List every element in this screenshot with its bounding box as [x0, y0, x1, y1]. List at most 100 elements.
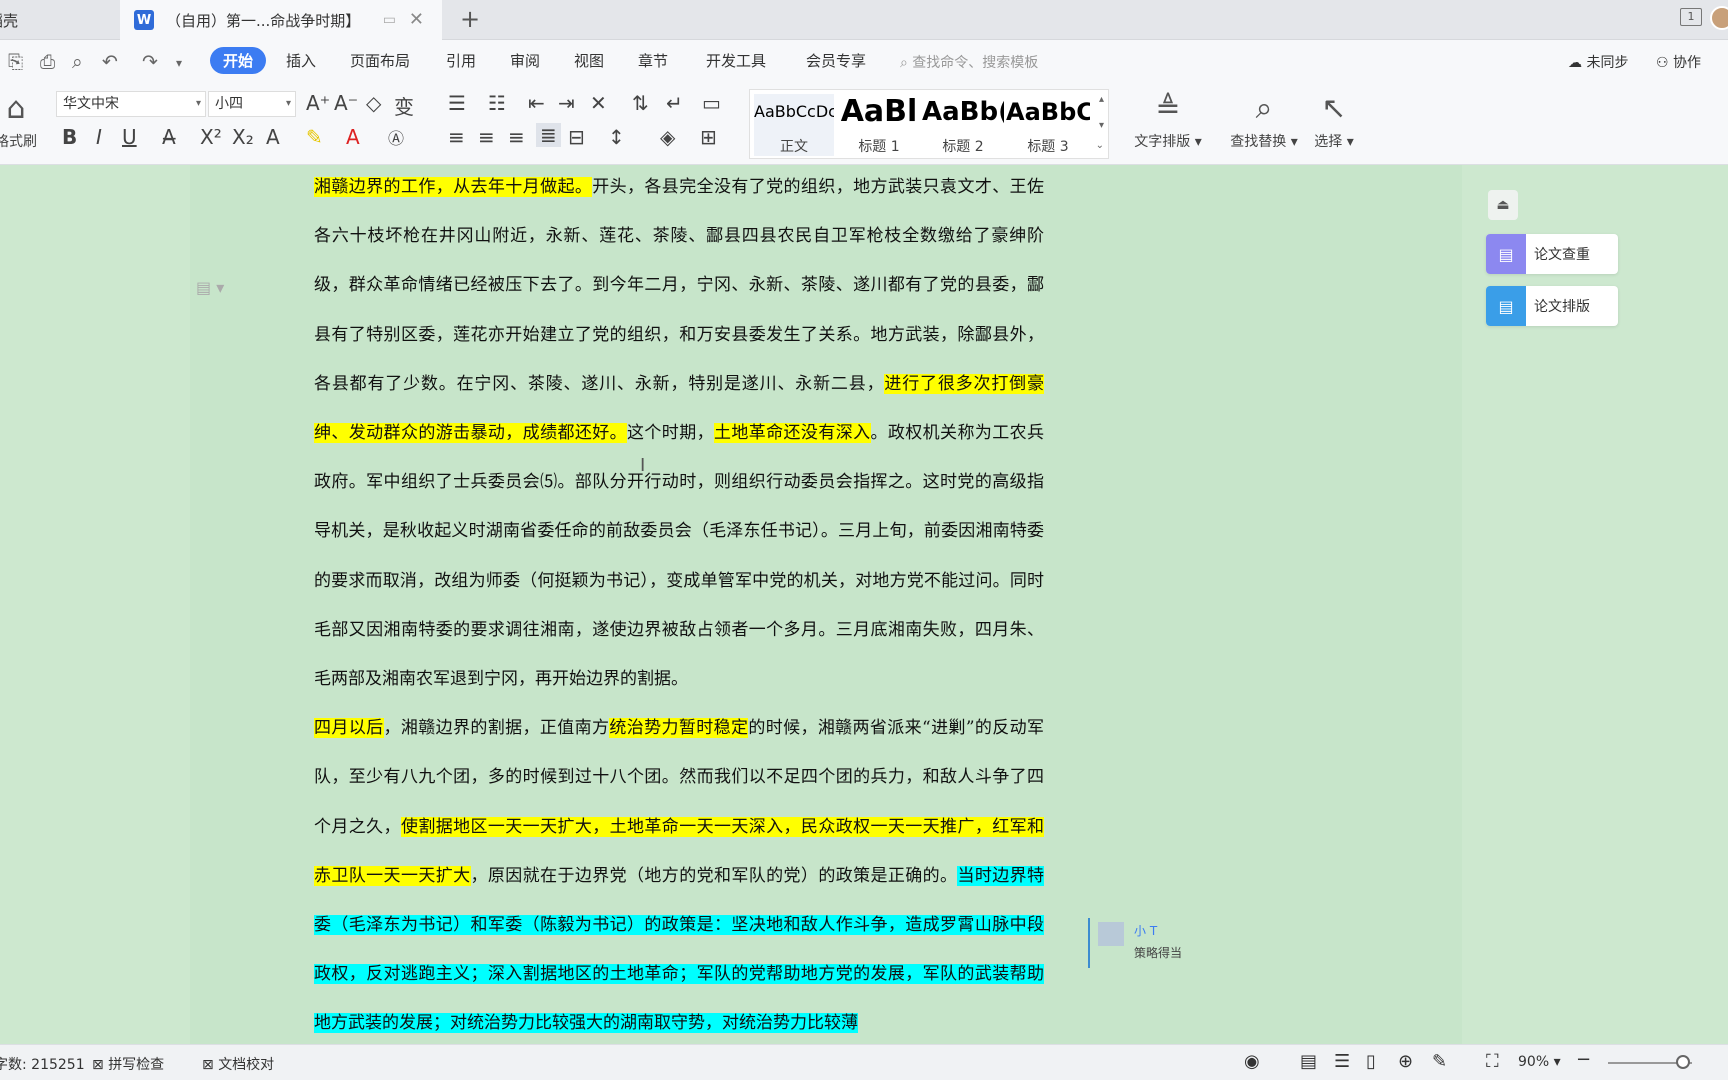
justify-icon[interactable]: ≣ — [536, 123, 561, 147]
underline-icon[interactable]: U — [122, 125, 137, 149]
superscript-icon[interactable]: X² — [200, 125, 222, 149]
increase-indent-icon[interactable]: ⇥ — [558, 91, 575, 115]
style-heading-1[interactable]: AaBl 标题 1 — [838, 94, 920, 156]
comment-author: 小 T — [1134, 924, 1158, 938]
command-search[interactable]: ⌕ 查找命令、搜索模板 — [900, 52, 1038, 72]
font-name-select[interactable]: 华文中宋 ▾ — [56, 91, 206, 117]
tab-developer[interactable]: 开发工具 — [706, 50, 766, 71]
avatar[interactable] — [1710, 6, 1728, 30]
zoom-level[interactable]: 90% ▾ — [1518, 1054, 1561, 1070]
font-size-select[interactable]: 小四 ▾ — [208, 91, 296, 117]
tab-view[interactable]: 视图 — [574, 50, 604, 71]
word-count[interactable]: 字数: 215251 — [0, 1054, 85, 1074]
chevron-up-icon[interactable]: ▴ — [1099, 94, 1104, 105]
style-heading-3[interactable]: AaBbC 标题 3 — [1006, 94, 1090, 156]
thesis-check-button[interactable]: ▤ 论文查重 — [1486, 234, 1618, 274]
shrink-font-icon[interactable]: A⁻ — [334, 91, 358, 115]
zoom-slider-handle[interactable] — [1676, 1055, 1690, 1069]
collapse-icon[interactable]: ⏏ — [1488, 190, 1518, 220]
fit-page-icon[interactable]: ⛶ — [1486, 1051, 1499, 1072]
highlight-span: 湘赣边界的工作，从去年十月做起。 — [314, 177, 593, 197]
align-left-icon[interactable]: ≡ — [448, 125, 465, 149]
commented-highlight-span[interactable]: 当时边界特委（毛泽东为书记）和军委（陈毅为书记）的政策是：坚决地和敌人作斗争，造… — [314, 865, 1045, 1034]
borders-icon[interactable]: ⊞ — [700, 125, 717, 149]
paragraph-handle-icon[interactable]: ▤ ▾ — [196, 278, 224, 297]
strikethrough-icon[interactable]: A̶ — [162, 125, 176, 149]
phonetic-icon[interactable]: 变 — [394, 91, 414, 120]
thesis-format-button[interactable]: ▤ 论文排版 — [1486, 286, 1618, 326]
shading-icon[interactable]: ◈ — [660, 125, 675, 149]
bold-icon[interactable]: B — [62, 125, 77, 149]
style-heading-2[interactable]: AaBb(标题 2 — [922, 94, 1004, 156]
paragraph-2: 四月以后，湘赣边界的割据，正值南方统治势力暂时稳定的时候，湘赣两省派来“进剿”的… — [276, 704, 1044, 1048]
read-mode-icon[interactable]: ▯ — [1366, 1051, 1376, 1072]
tab-section[interactable]: 章节 — [638, 50, 668, 71]
tab-document[interactable]: W （自用）第一...命战争时期】 ▭ ✕ — [120, 0, 442, 40]
avatar — [1098, 922, 1124, 946]
tab-review[interactable]: 审阅 — [510, 50, 540, 71]
grow-font-icon[interactable]: A⁺ — [306, 91, 330, 115]
sync-status[interactable]: ☁ 未同步 — [1568, 52, 1628, 72]
tab-insert[interactable]: 插入 — [286, 50, 316, 71]
document-search-icon: ▤ — [1486, 234, 1526, 274]
decrease-indent-icon[interactable]: ⇤ — [528, 91, 545, 115]
outline-view-icon[interactable]: ☰ — [1334, 1051, 1350, 1072]
collab-button[interactable]: ⚇ 协作 — [1656, 52, 1701, 72]
window-count-badge[interactable]: 1 — [1680, 8, 1702, 26]
align-right-icon[interactable]: ≡ — [508, 125, 525, 149]
show-marks-icon[interactable]: ↵ — [666, 91, 683, 115]
tab-home[interactable]: 开始 — [210, 47, 267, 74]
new-tab-button[interactable]: + — [460, 5, 480, 33]
undo-icon[interactable]: ↶ — [102, 51, 118, 73]
format-painter-button[interactable]: ⌂ 格式刷 — [0, 91, 40, 151]
document-page[interactable]: 湘赣边界的工作，从去年十月做起。开头，各县完全没有了党的组织，地方武装只袁文才、… — [190, 165, 1462, 1045]
web-view-icon[interactable]: ⊕ — [1398, 1051, 1413, 1072]
font-color-icon[interactable]: A — [346, 125, 360, 149]
italic-icon[interactable]: I — [96, 125, 102, 149]
chinese-layout-icon[interactable]: ✕ — [590, 91, 607, 115]
highlight-span: 四月以后 — [314, 718, 384, 739]
chevron-down-icon[interactable]: ▾ — [176, 56, 182, 70]
zoom-out-icon[interactable]: − — [1576, 1049, 1591, 1070]
bullets-icon[interactable]: ☰ — [448, 91, 466, 115]
close-icon[interactable]: ✕ — [409, 9, 424, 30]
spell-check-button[interactable]: ⊠ 拼写检查 — [92, 1054, 164, 1074]
print-icon[interactable]: ⎙ — [40, 51, 55, 73]
comment-text: 策略得当 — [1134, 946, 1183, 960]
tab-references[interactable]: 引用 — [446, 50, 476, 71]
pin-icon[interactable]: ▭ — [383, 12, 396, 28]
proofread-button[interactable]: ⊠ 文档校对 — [202, 1054, 274, 1074]
highlight-span: 土地革命还没有深入 — [713, 423, 871, 444]
tab-daoke[interactable]: 稻壳 — [0, 0, 120, 40]
distribute-icon[interactable]: ⊟ — [568, 125, 585, 149]
tab-stops-icon[interactable]: ▭ — [702, 91, 721, 115]
highlight-span: 统治势力暂时稳定 — [609, 718, 749, 739]
numbering-icon[interactable]: ☷ — [488, 91, 506, 115]
highlight-icon[interactable]: ✎ — [306, 125, 323, 149]
select-button[interactable]: ↖ 选择 ▾ — [1308, 91, 1360, 151]
tab-page-layout[interactable]: 页面布局 — [350, 50, 410, 71]
write-mode-icon[interactable]: ✎ — [1432, 1051, 1447, 1072]
char-border-icon[interactable]: Ⓐ — [388, 125, 404, 149]
tab-bar: 稻壳 W （自用）第一...命战争时期】 ▭ ✕ + 1 — [0, 0, 1728, 40]
document-body[interactable]: 湘赣边界的工作，从去年十月做起。开头，各县完全没有了党的组织，地方武装只袁文才、… — [276, 163, 1044, 1049]
find-replace-button[interactable]: ⌕ 查找替换 ▾ — [1224, 91, 1304, 151]
subscript-icon[interactable]: X₂ — [232, 125, 254, 149]
redo-icon[interactable]: ↷ — [142, 51, 158, 73]
sort-icon[interactable]: ⇅ — [632, 91, 649, 115]
line-spacing-icon[interactable]: ↕ — [608, 125, 625, 149]
tab-member[interactable]: 会员专享 — [806, 50, 866, 71]
page-view-icon[interactable]: ▤ — [1300, 1051, 1317, 1072]
ribbon: ⌂ 格式刷 华文中宋 ▾ 小四 ▾ A⁺ A⁻ ◇ 变 B I U A̶ X² X₂ … — [0, 85, 1728, 165]
print-preview-icon[interactable]: ⌕ — [72, 51, 83, 73]
text-layout-button[interactable]: ≜ 文字排版 ▾ — [1128, 91, 1208, 151]
eye-protection-icon[interactable]: ◉ — [1244, 1051, 1260, 1072]
more-styles-icon[interactable]: ⌄ — [1096, 140, 1104, 151]
align-center-icon[interactable]: ≡ — [478, 125, 495, 149]
search-icon: ⌕ — [900, 55, 913, 71]
style-normal[interactable]: AaBbCcDc 正文 — [754, 94, 834, 156]
clear-format-icon[interactable]: ◇ — [366, 91, 381, 115]
chevron-down-icon[interactable]: ▾ — [1099, 120, 1104, 131]
text-effect-icon[interactable]: A — [266, 125, 280, 149]
save-icon[interactable]: ⎘ — [8, 51, 23, 73]
